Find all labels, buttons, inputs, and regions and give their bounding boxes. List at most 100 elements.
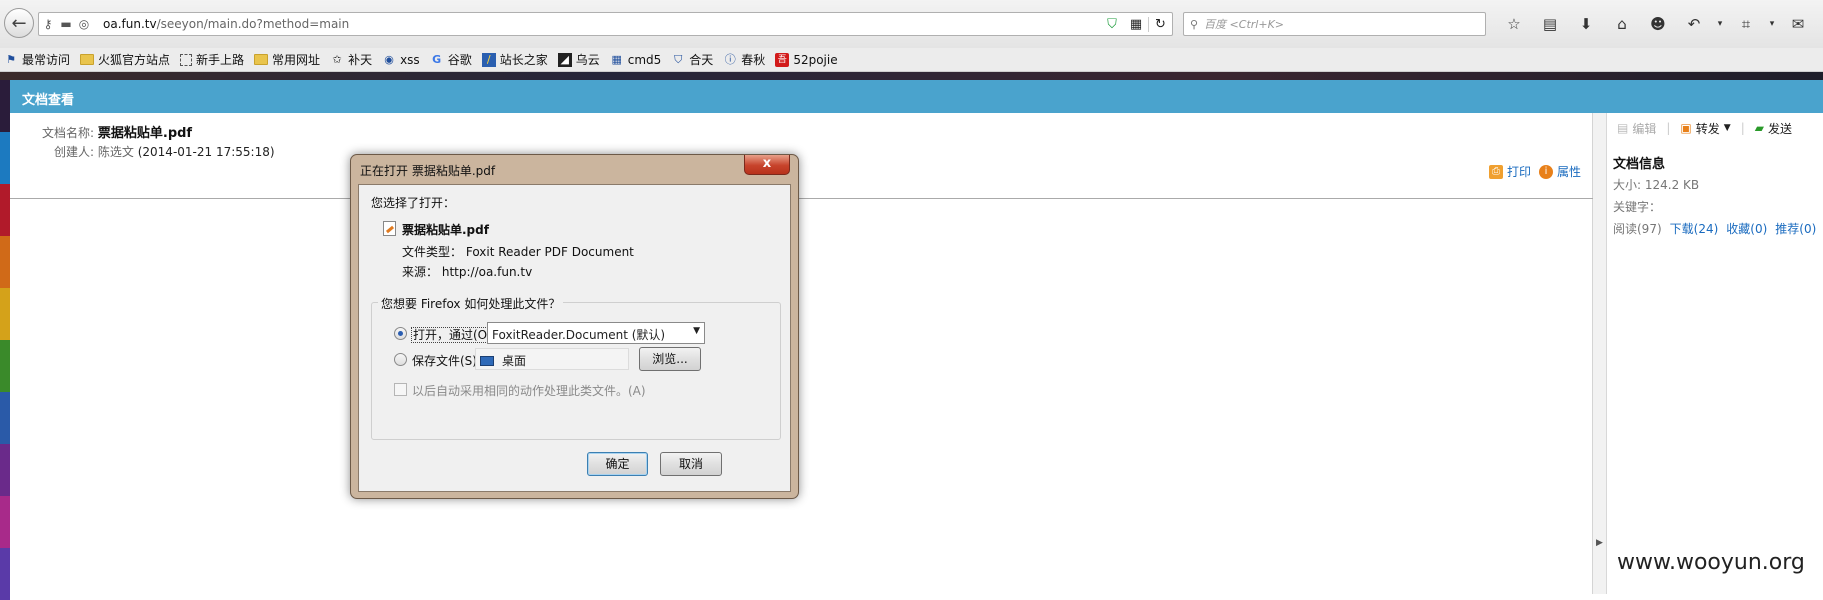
crop-icon[interactable]: ⌗ bbox=[1728, 15, 1764, 33]
created-time: (2014-01-21 17:55:18) bbox=[137, 145, 275, 159]
doc-keywords: 关键字： bbox=[1613, 200, 1662, 214]
search-bar[interactable]: ⚲ 百度 <Ctrl+K> bbox=[1183, 12, 1486, 36]
bookmarks-bar: ⚑ 最常访问 火狐官方站点 新手上路 常用网址 ✩ 补天 ◉ xss G 谷歌 / 站长之… bbox=[0, 48, 1823, 72]
action-group: 您想要 Firefox 如何处理此文件？ 打开，通过(O) FoxitReade… bbox=[371, 295, 781, 440]
save-file-label[interactable]: 保存文件(S) bbox=[412, 352, 477, 369]
bookmark-label: 火狐官方站点 bbox=[98, 53, 171, 67]
favorite-link[interactable]: 收藏(0) bbox=[1726, 222, 1767, 236]
shield-check-icon[interactable]: ⛉ bbox=[1100, 17, 1124, 32]
bookmark-item[interactable]: 新手上路 bbox=[180, 51, 244, 68]
watermark: www.wooyun.org bbox=[1617, 550, 1805, 575]
open-with-label[interactable]: 打开，通过(O) bbox=[411, 327, 494, 343]
bookmark-item[interactable]: 火狐官方站点 bbox=[80, 51, 170, 68]
bookmark-item[interactable]: ✩ 补天 bbox=[330, 51, 372, 68]
desktop-icon bbox=[480, 356, 494, 366]
creator-row: 创建人: 陈选文 (2014-01-21 17:55:18) bbox=[54, 143, 275, 160]
chevron-down-icon[interactable]: ▾ bbox=[1764, 19, 1780, 29]
file-name: 票据粘贴单.pdf bbox=[402, 223, 489, 237]
creator-name: 陈选文 bbox=[97, 145, 134, 159]
dialog-title: 正在打开 票据粘贴单.pdf bbox=[360, 164, 496, 178]
bookmark-label: cmd5 bbox=[627, 52, 662, 67]
question-label: 您想要 Firefox 如何处理此文件？ bbox=[378, 295, 564, 312]
collapse-arrow-icon[interactable]: ▶ bbox=[1596, 538, 1603, 548]
bookmark-label: 最常访问 bbox=[22, 53, 71, 67]
source-url: http://oa.fun.tv bbox=[441, 265, 533, 279]
forward-button[interactable]: 转发 bbox=[1696, 120, 1720, 137]
bookmark-item[interactable]: ⚑ 最常访问 bbox=[4, 51, 70, 68]
ok-button[interactable]: 确定 bbox=[587, 452, 648, 476]
bookmark-item[interactable]: 常用网址 bbox=[254, 51, 320, 68]
doc-actions: ⎙ 打印 i 属性 bbox=[1481, 163, 1581, 180]
browser-toolbar: ← ⚷ ▬ ◎ oa.fun.tv/seeyon/main.do?method=… bbox=[0, 0, 1823, 48]
download-icon[interactable]: ⬇ bbox=[1568, 15, 1604, 33]
send-icon: ▰ bbox=[1754, 121, 1764, 135]
auto-action-checkbox[interactable] bbox=[394, 383, 407, 396]
smiley-icon[interactable]: ☻ bbox=[1640, 15, 1676, 33]
bookmark-item[interactable]: ⓘ 春秋 bbox=[723, 51, 766, 68]
download-link[interactable]: 下载(24) bbox=[1670, 222, 1719, 236]
save-location-text: 桌面 bbox=[502, 354, 527, 368]
edit-button[interactable]: 编辑 bbox=[1632, 120, 1656, 137]
bookmark-label: 合天 bbox=[689, 53, 714, 67]
print-icon[interactable]: ⎙ bbox=[1488, 164, 1503, 179]
bookmark-item[interactable]: ◢ 乌云 bbox=[557, 51, 600, 68]
chat-icon[interactable]: ✉ bbox=[1780, 15, 1816, 33]
cancel-button[interactable]: 取消 bbox=[660, 452, 722, 476]
bookmark-label: 补天 bbox=[348, 53, 373, 67]
open-with-select[interactable]: FoxitReader.Document (默认) ▼ bbox=[487, 322, 705, 344]
chevron-down-icon[interactable]: ▼ bbox=[1724, 123, 1731, 133]
browse-button[interactable]: 浏览... bbox=[639, 347, 701, 371]
open-with-label-wrap: 打开，通过(O) bbox=[411, 326, 494, 343]
bookmark-item[interactable]: / 站长之家 bbox=[481, 51, 548, 68]
file-type: Foxit Reader PDF Document bbox=[465, 245, 634, 259]
chevron-down-icon[interactable]: ▾ bbox=[1712, 19, 1728, 29]
panel-toolbar: ▤ 编辑 | ▣ 转发 ▼ | ▰ 发送 bbox=[1607, 113, 1823, 143]
info-icon[interactable]: i bbox=[1538, 164, 1553, 179]
dialog-body: 您选择了打开： 票据粘贴单.pdf 文件类型： Foxit Reader PDF… bbox=[358, 184, 791, 492]
url-text[interactable]: oa.fun.tv/seeyon/main.do?method=main bbox=[103, 17, 1100, 31]
open-with-radio[interactable] bbox=[394, 327, 407, 340]
chevron-down-icon[interactable]: ▼ bbox=[693, 326, 700, 336]
i-icon: ⓘ bbox=[724, 52, 736, 66]
reader-icon[interactable]: ▤ bbox=[1532, 15, 1568, 33]
undo-icon[interactable]: ↶ bbox=[1676, 15, 1712, 33]
toolbar-icons: ☆ ▤ ⬇ ⌂ ☻ ↶ ▾ ⌗ ▾ ✉ bbox=[1496, 12, 1816, 36]
url-host: oa.fun.tv bbox=[103, 17, 157, 31]
bookmark-item[interactable]: ◉ xss bbox=[382, 53, 419, 67]
bookmark-label: 52pojie bbox=[793, 52, 838, 67]
wooyun-icon: ◢ bbox=[557, 52, 572, 67]
properties-link[interactable]: 属性 bbox=[1557, 163, 1581, 180]
save-file-radio[interactable] bbox=[394, 353, 407, 366]
key-icon: ⚷ bbox=[43, 17, 53, 31]
search-icon: ⚲ bbox=[1190, 17, 1199, 31]
back-button[interactable]: ← bbox=[4, 8, 34, 38]
print-link[interactable]: 打印 bbox=[1507, 163, 1531, 180]
open-file-dialog: 正在打开 票据粘贴单.pdf x 您选择了打开： 票据粘贴单.pdf 文件类型：… bbox=[350, 154, 799, 499]
bookmark-label: 乌云 bbox=[575, 53, 600, 67]
bookmark-item[interactable]: ▦ cmd5 bbox=[610, 53, 662, 67]
panel-splitter[interactable]: ▶ bbox=[1593, 113, 1607, 594]
auto-action-label[interactable]: 以后自动采用相同的动作处理此类文件。(A) bbox=[412, 382, 646, 399]
star-icon[interactable]: ☆ bbox=[1496, 15, 1532, 33]
recommend-link[interactable]: 推荐(0) bbox=[1775, 222, 1816, 236]
reload-icon[interactable]: ↻ bbox=[1148, 16, 1172, 32]
chosen-label: 您选择了打开： bbox=[371, 196, 456, 210]
shield-icon: ⛉ bbox=[674, 52, 683, 66]
dashed-folder-icon bbox=[180, 53, 193, 66]
google-icon: G bbox=[432, 52, 442, 66]
doc-stats: 阅读(97) 下载(24) 收藏(0) 推荐(0) bbox=[1613, 220, 1816, 237]
qrcode-icon[interactable]: ▦ bbox=[1124, 17, 1148, 32]
bookmark-label: 新手上路 bbox=[196, 53, 245, 67]
bookmark-item[interactable]: ⛉ 合天 bbox=[671, 51, 713, 68]
url-bar[interactable]: ⚷ ▬ ◎ oa.fun.tv/seeyon/main.do?method=ma… bbox=[38, 12, 1173, 36]
pojie-icon: 吾 bbox=[775, 52, 790, 67]
home-icon[interactable]: ⌂ bbox=[1604, 15, 1640, 33]
send-button[interactable]: 发送 bbox=[1768, 120, 1792, 137]
read-count: 阅读(97) bbox=[1613, 222, 1662, 236]
bookmark-item[interactable]: G 谷歌 bbox=[430, 51, 472, 68]
doc-info-panel: ▤ 编辑 | ▣ 转发 ▼ | ▰ 发送 文档信息 大小: 124.2 KB 关… bbox=[1607, 113, 1823, 594]
open-with-app: FoxitReader.Document (默认) bbox=[492, 328, 666, 342]
doc-name-label: 文档名称: bbox=[42, 126, 95, 140]
close-button[interactable]: x bbox=[744, 155, 790, 175]
bookmark-item[interactable]: 吾 52pojie bbox=[775, 52, 838, 67]
